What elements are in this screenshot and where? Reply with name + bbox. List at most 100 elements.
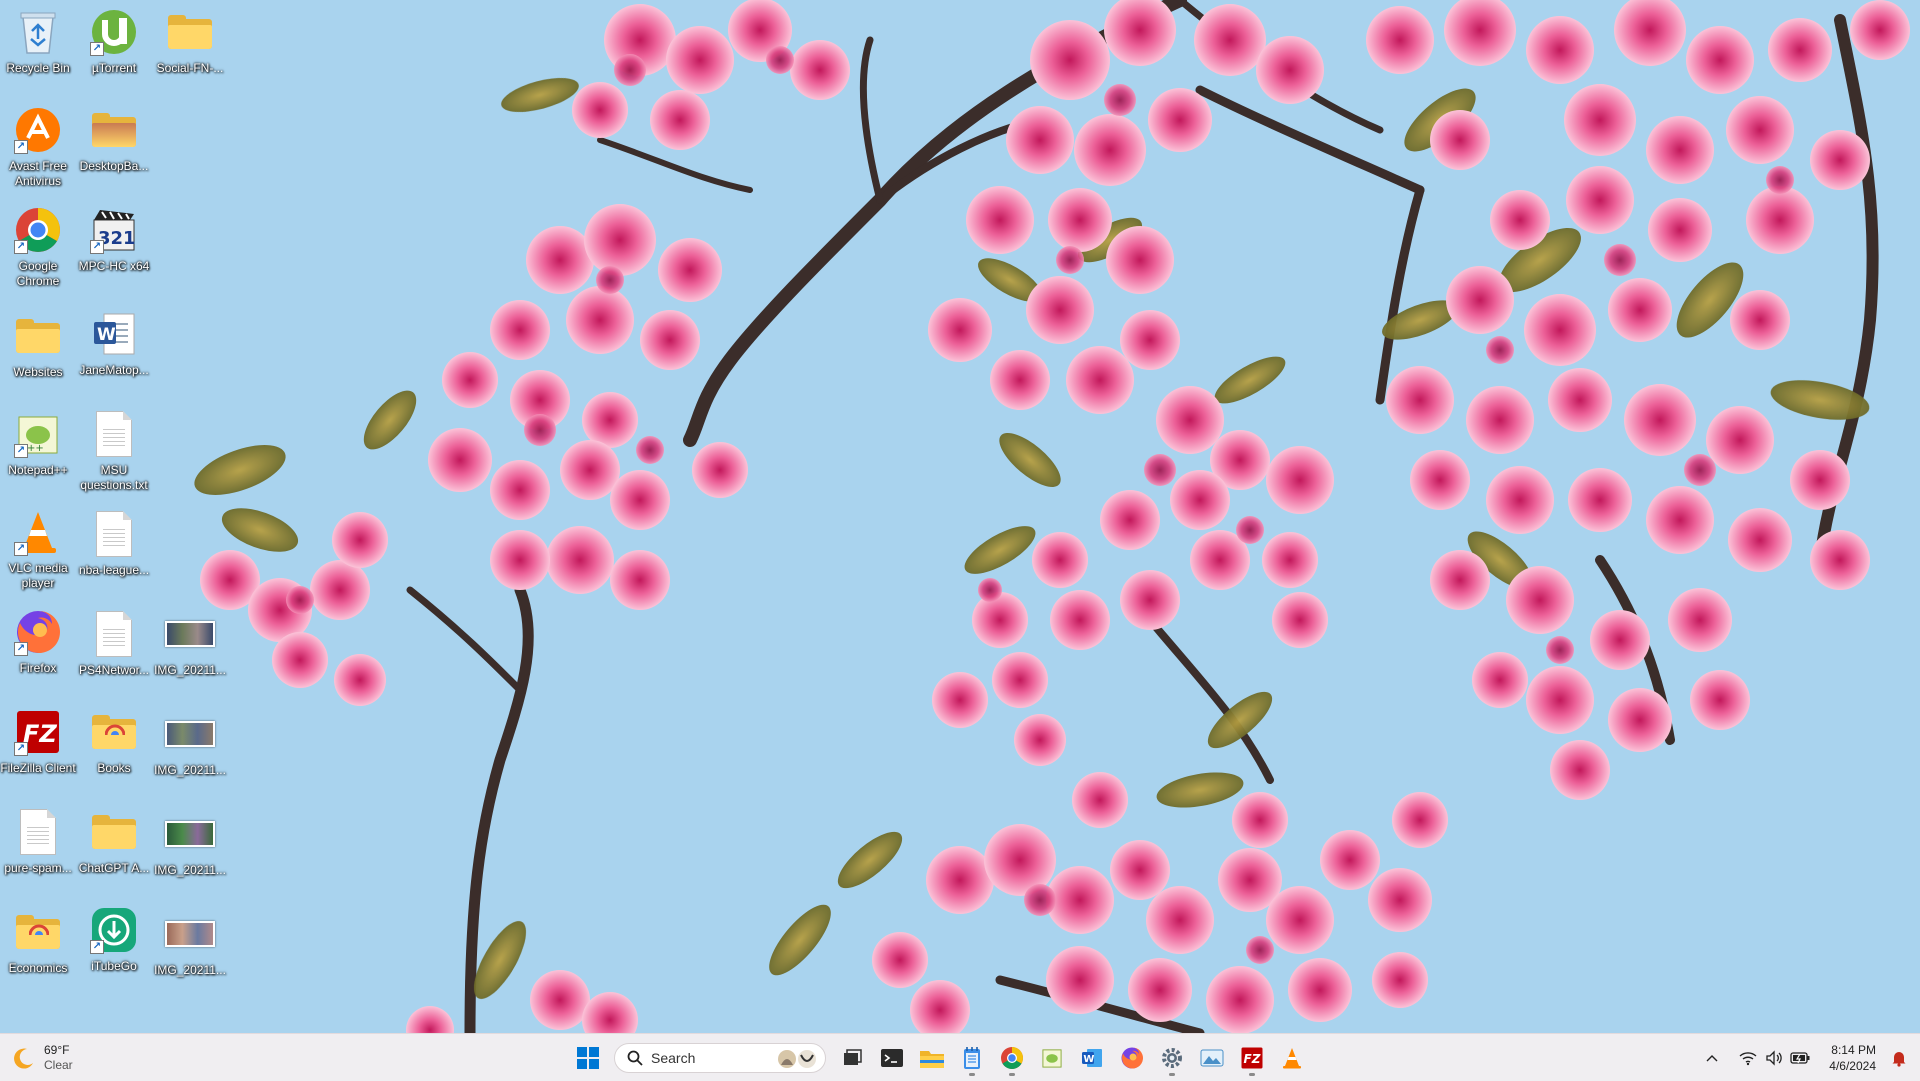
desktop-icon-label: IMG_20211... (154, 663, 226, 677)
desktop-icon-img-1[interactable]: IMG_20211... (152, 608, 228, 678)
taskbar-firefox[interactable] (1112, 1039, 1152, 1077)
desktop-icon-img-2[interactable]: IMG_20211... (152, 708, 228, 778)
desktop-icon-label: VLC media player (8, 561, 68, 590)
desktop-icon-ps4networ[interactable]: PS4Networ... (76, 608, 152, 678)
desktop-icon-vlc[interactable]: ↗ VLC media player (0, 506, 76, 591)
shortcut-arrow-icon: ↗ (90, 940, 104, 954)
taskbar-filezilla[interactable]: FZ (1232, 1039, 1272, 1077)
desktop-icon-recycle-bin[interactable]: Recycle Bin (0, 6, 76, 76)
terminal-icon (881, 1049, 903, 1067)
weather-temperature: 69°F (44, 1043, 70, 1057)
folder-icon (164, 6, 216, 58)
desktop-icon-websites[interactable]: Websites (0, 310, 76, 380)
taskbar-vlc[interactable] (1272, 1039, 1312, 1077)
desktop-icon-grid: Recycle Bin ↗ Avast Free Antivirus ↗ Goo… (0, 0, 240, 1000)
taskbar-search-box[interactable]: Search (614, 1043, 826, 1073)
taskbar-terminal[interactable] (872, 1039, 912, 1077)
image-file-icon (164, 708, 216, 760)
task-view-button[interactable] (832, 1039, 872, 1077)
file-explorer-icon (920, 1051, 944, 1068)
taskbar-notepad[interactable] (952, 1039, 992, 1077)
itubego-icon: ↗ (88, 904, 140, 956)
shortcut-arrow-icon: ↗ (14, 444, 28, 458)
settings-icon (1162, 1048, 1182, 1068)
volume-button[interactable] (1763, 1047, 1785, 1069)
desktop-icon-mpc-hc[interactable]: 321 ↗ MPC-HC x64 (76, 204, 152, 274)
desktop-icon-label: Websites (13, 365, 63, 379)
shortcut-arrow-icon: ↗ (14, 240, 28, 254)
search-icon (627, 1050, 643, 1066)
vlc-icon (1283, 1048, 1301, 1069)
desktop-icon-img-4[interactable]: IMG_20211... (152, 908, 228, 978)
taskbar-photos[interactable] (1192, 1039, 1232, 1077)
windows-icon (577, 1047, 599, 1069)
desktop-icon-label: FileZilla Client (0, 761, 76, 775)
desktop-icon-desktopba[interactable]: DesktopBa... (76, 104, 152, 174)
search-placeholder: Search (651, 1050, 696, 1066)
notifications-button[interactable] (1888, 1047, 1910, 1069)
weather-widget[interactable]: 69°F Clear (12, 1040, 73, 1076)
desktop-icon-label: MSU questions.txt (80, 463, 148, 492)
svg-text:W: W (97, 325, 116, 345)
taskbar-settings[interactable] (1152, 1039, 1192, 1077)
moon-icon (14, 1048, 33, 1069)
desktop-icon-janematop[interactable]: W JaneMatop... (76, 308, 152, 378)
taskbar-word[interactable]: W (1072, 1039, 1112, 1077)
desktop-icon-notepad-plus-plus[interactable]: ++ ↗ Notepad++ (0, 408, 76, 478)
photos-icon (1200, 1049, 1224, 1067)
desktop-icon-chatgpt[interactable]: ChatGPT A... (76, 806, 152, 876)
desktop-icon-label: MPC-HC x64 (78, 259, 150, 273)
show-hidden-icons-button[interactable] (1701, 1047, 1723, 1069)
taskbar-center: Search W FZ (568, 1039, 1312, 1077)
mpc-hc-icon: 321 ↗ (88, 204, 140, 256)
system-tray: 8:14 PM 4/6/2024 (1699, 1034, 1920, 1081)
bell-icon (1892, 1051, 1906, 1067)
desktop-icon-social-fn[interactable]: Social-FN-... (152, 6, 228, 76)
desktop-icon-books[interactable]: Books (76, 706, 152, 776)
svg-text:++: ++ (27, 443, 44, 454)
battery-button[interactable] (1789, 1047, 1811, 1069)
desktop-icon-economics[interactable]: Economics (0, 906, 76, 976)
firefox-icon (1121, 1047, 1143, 1069)
desktop-icon-nba-league[interactable]: nba-league... (76, 508, 152, 578)
desktop-icon-label: Social-FN-... (156, 61, 224, 75)
svg-text:FZ: FZ (1244, 1052, 1261, 1066)
start-button[interactable] (568, 1039, 608, 1077)
desktop-icon-avast[interactable]: ↗ Avast Free Antivirus (0, 104, 76, 189)
desktop-icon-filezilla[interactable]: FZ ↗ FileZilla Client (0, 706, 76, 776)
filezilla-icon: FZ (1241, 1047, 1263, 1069)
svg-text:FZ: FZ (23, 720, 57, 748)
desktop-icon-label: µTorrent (91, 61, 137, 75)
battery-charging-icon (1790, 1051, 1810, 1064)
desktop-icon-msu-questions[interactable]: MSU questions.txt (76, 408, 152, 493)
desktop-icon-label: IMG_20211... (154, 963, 226, 977)
network-button[interactable] (1737, 1047, 1759, 1069)
notepad-plus-plus-icon: ++ ↗ (12, 408, 64, 460)
taskbar-notepad-plus-plus[interactable] (1032, 1039, 1072, 1077)
desktop-icon-firefox[interactable]: ↗ Firefox (0, 606, 76, 676)
desktop-icon-google-chrome[interactable]: ↗ Google Chrome (0, 204, 76, 289)
desktop-icon-label: IMG_20211... (154, 863, 226, 877)
clock-time: 8:14 PM (1831, 1042, 1876, 1057)
firefox-icon: ↗ (12, 606, 64, 658)
taskbar-chrome[interactable] (992, 1039, 1032, 1077)
desktop-icon-label: nba-league... (78, 563, 150, 577)
shortcut-arrow-icon: ↗ (14, 542, 28, 556)
taskbar: 69°F Clear Search W FZ 8:14 PM 4/6/2024 (0, 1033, 1920, 1081)
shortcut-arrow-icon: ↗ (14, 140, 28, 154)
running-indicator (1249, 1073, 1255, 1076)
shortcut-arrow-icon: ↗ (14, 742, 28, 756)
wifi-icon (1739, 1051, 1757, 1065)
folder-icon (88, 104, 140, 156)
taskbar-file-explorer[interactable] (912, 1039, 952, 1077)
desktop-icon-img-3[interactable]: IMG_20211... (152, 808, 228, 878)
task-view-icon (844, 1049, 862, 1065)
image-file-icon (164, 808, 216, 860)
chrome-icon: ↗ (12, 204, 64, 256)
folder-icon (12, 906, 64, 958)
taskbar-clock[interactable]: 8:14 PM 4/6/2024 (1829, 1042, 1876, 1074)
desktop-icon-pure-spam[interactable]: pure-spam... (0, 806, 76, 876)
desktop-icon-itubego[interactable]: ↗ iTubeGo (76, 904, 152, 974)
desktop-icon-utorrent[interactable]: ↗ µTorrent (76, 6, 152, 76)
folder-icon (88, 706, 140, 758)
